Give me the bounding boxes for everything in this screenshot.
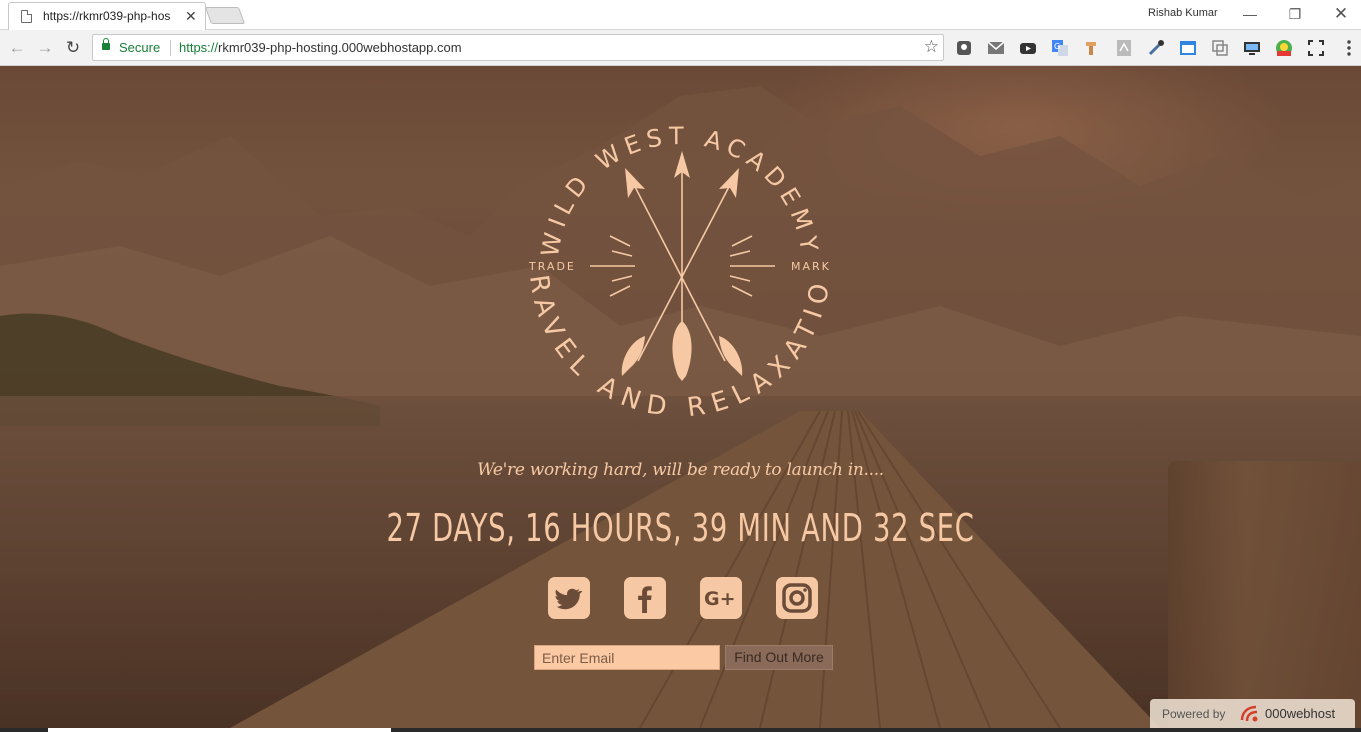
screen-cast-icon[interactable] <box>1243 39 1261 57</box>
wild-west-academy-logo: WILD WEST ACADEMY TRAVEL AND RELAXATION … <box>520 106 832 423</box>
fullscreen-icon[interactable] <box>1307 39 1325 57</box>
paint-icon[interactable] <box>1083 39 1101 57</box>
bookmark-star-icon[interactable]: ☆ <box>924 37 939 57</box>
pdf-icon[interactable] <box>1115 39 1133 57</box>
instagram-icon[interactable] <box>776 577 818 619</box>
launch-countdown: 27 DAYS, 16 HOURS, 39 MIN AND 32 SEC <box>386 506 975 550</box>
profile-name[interactable]: Rishab Kumar <box>1148 7 1218 19</box>
browser-tab[interactable]: https://rkmr039-php-hos ✕ <box>8 2 206 30</box>
back-button[interactable]: ← <box>6 37 28 59</box>
status-bar <box>0 728 1361 732</box>
new-tab-button[interactable] <box>204 7 246 24</box>
tagline: We're working hard, will be ready to lau… <box>477 460 884 480</box>
facebook-icon[interactable] <box>624 577 666 619</box>
url-text[interactable]: https://rkmr039-php-hosting.000webhostap… <box>179 40 462 55</box>
eyedropper-icon[interactable] <box>1147 39 1165 57</box>
powered-by-label: Powered by <box>1162 707 1226 721</box>
logo-mark-text: MARK <box>791 260 831 273</box>
000webhost-brand: 000webhost <box>1265 706 1336 721</box>
forward-button[interactable]: → <box>34 37 56 59</box>
url-host: rkmr039-php-hosting.000webhostapp.com <box>218 40 462 55</box>
logo-trade-text: TRADE <box>528 260 576 273</box>
logo-top-text: WILD WEST ACADEMY <box>536 122 824 259</box>
email-input[interactable] <box>534 645 720 670</box>
tab-title: https://rkmr039-php-hos <box>43 9 171 23</box>
menu-icon[interactable] <box>1340 39 1358 57</box>
restore-button[interactable]: ❐ <box>1282 3 1308 25</box>
svg-text:G: G <box>1054 42 1060 51</box>
tab-duplicator-icon[interactable] <box>1211 39 1229 57</box>
google-plus-icon[interactable]: G+ <box>700 577 742 619</box>
close-tab-icon[interactable]: ✕ <box>185 8 197 24</box>
google-translate-icon[interactable]: G <box>1051 39 1069 57</box>
find-out-more-button[interactable]: Find Out More <box>725 645 833 670</box>
landing-page: WILD WEST ACADEMY TRAVEL AND RELAXATION … <box>0 66 1361 728</box>
gmail-checker-icon[interactable] <box>987 39 1005 57</box>
address-bar[interactable]: Secure https://rkmr039-php-hosting.000we… <box>92 34 944 61</box>
window-resizer-icon[interactable] <box>1179 39 1197 57</box>
close-window-button[interactable]: ✕ <box>1328 3 1354 25</box>
secure-label: Secure <box>119 40 161 55</box>
youtube-icon[interactable] <box>1019 39 1037 57</box>
lock-icon <box>102 38 110 50</box>
minimize-button[interactable]: — <box>1237 3 1263 25</box>
lastpass-icon[interactable] <box>955 39 973 57</box>
powered-by-badge[interactable]: Powered by 000webhost <box>1150 699 1355 728</box>
browser-tabstrip: https://rkmr039-php-hos ✕ Rishab Kumar —… <box>0 0 1361 30</box>
reload-button[interactable]: ↻ <box>62 37 84 59</box>
url-scheme: https:// <box>179 40 219 55</box>
loading-indicator <box>48 728 391 732</box>
page-icon <box>21 10 32 23</box>
svg-text:G+: G+ <box>704 588 736 610</box>
divider <box>170 40 171 56</box>
chrome-remote-icon[interactable] <box>1275 39 1293 57</box>
twitter-icon[interactable] <box>548 577 590 619</box>
000webhost-logo-icon <box>1240 705 1258 722</box>
browser-toolbar: ← → ↻ Secure https://rkmr039-php-hosting… <box>0 30 1361 66</box>
